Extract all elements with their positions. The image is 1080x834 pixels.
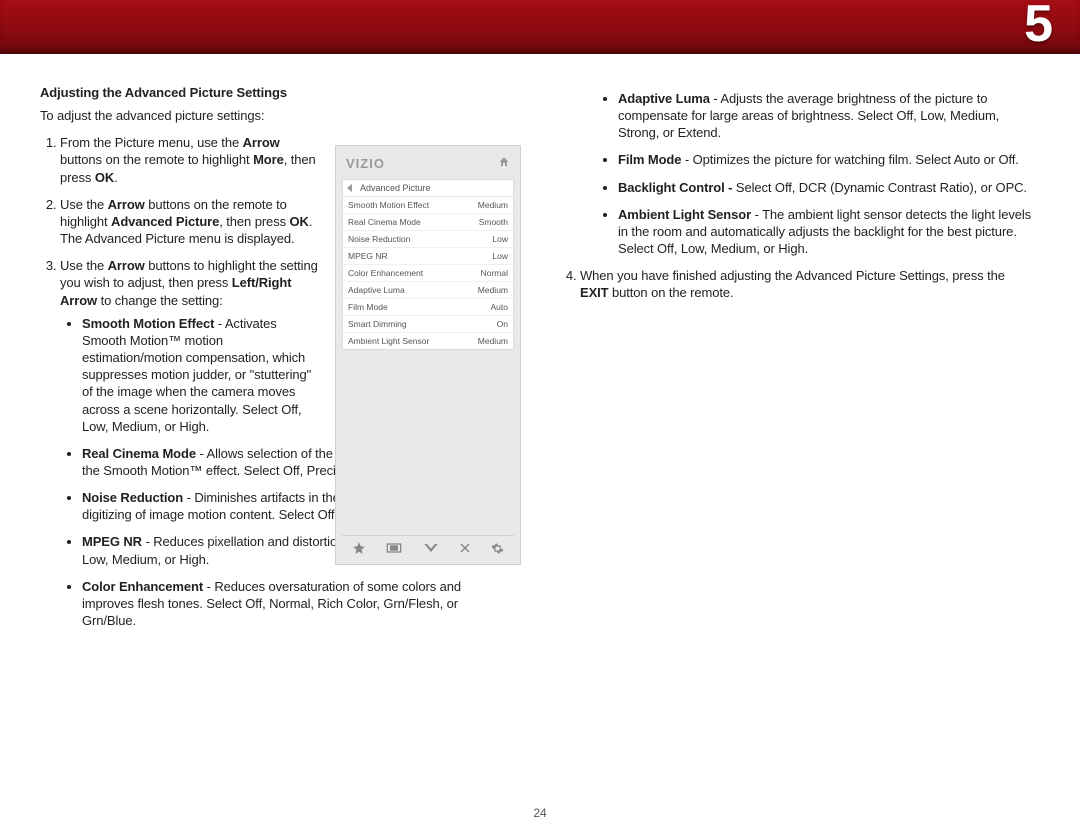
osd-row-label: Real Cinema Mode bbox=[348, 217, 421, 227]
osd-row-value: Medium bbox=[478, 336, 508, 346]
text-run: Use the bbox=[60, 197, 108, 212]
settings-bullets-right: Adaptive Luma - Adjusts the average brig… bbox=[560, 90, 1040, 257]
osd-row-value: Auto bbox=[491, 302, 509, 312]
osd-spacer bbox=[342, 350, 514, 535]
text-run: Real Cinema Mode bbox=[82, 446, 196, 461]
osd-row: Film Mode Auto bbox=[343, 299, 513, 316]
text-run: button on the remote. bbox=[609, 285, 734, 300]
osd-row-label: Adaptive Luma bbox=[348, 285, 405, 295]
text-run: More bbox=[253, 152, 284, 167]
osd-title-row: Advanced Picture bbox=[343, 180, 513, 197]
osd-row-value: Medium bbox=[478, 200, 508, 210]
osd-row-value: On bbox=[497, 319, 508, 329]
gear-icon bbox=[491, 542, 504, 555]
text-run: . bbox=[114, 170, 118, 185]
osd-row-value: Normal bbox=[481, 268, 508, 278]
text-run: to change the setting: bbox=[97, 293, 223, 308]
bullet-color-enhancement: Color Enhancement - Reduces oversaturati… bbox=[82, 578, 510, 629]
osd-row: Ambient Light Sensor Medium bbox=[343, 333, 513, 349]
x-icon bbox=[459, 542, 471, 554]
section-heading: Adjusting the Advanced Picture Settings bbox=[40, 84, 520, 101]
osd-row: Adaptive Luma Medium bbox=[343, 282, 513, 299]
text-run: Advanced Picture bbox=[111, 214, 219, 229]
osd-row: Noise Reduction Low bbox=[343, 231, 513, 248]
bullet-film-mode: Film Mode - Optimizes the picture for wa… bbox=[618, 151, 1040, 168]
wide-icon bbox=[386, 542, 402, 554]
intro-text: To adjust the advanced picture settings: bbox=[40, 107, 520, 124]
bullet-smooth-motion: Smooth Motion Effect - Activates Smooth … bbox=[82, 315, 312, 435]
back-triangle-icon bbox=[347, 184, 352, 192]
text-run: Use the bbox=[60, 258, 108, 273]
osd-footer bbox=[342, 535, 514, 558]
osd-row-label: Ambient Light Sensor bbox=[348, 336, 429, 346]
osd-row-value: Smooth bbox=[479, 217, 508, 227]
text-run: Noise Reduction bbox=[82, 490, 183, 505]
text-run: Film Mode bbox=[618, 152, 681, 167]
step-2: Use the Arrow buttons on the remote to h… bbox=[60, 196, 320, 247]
page-number: 24 bbox=[0, 806, 1080, 820]
osd-row-value: Medium bbox=[478, 285, 508, 295]
text-run: Select Off, DCR (Dynamic Contrast Ratio)… bbox=[736, 180, 1027, 195]
osd-row: MPEG NR Low bbox=[343, 248, 513, 265]
text-run: Arrow bbox=[108, 258, 145, 273]
step-4: When you have finished adjusting the Adv… bbox=[580, 267, 1040, 301]
text-run: , then press bbox=[219, 214, 289, 229]
osd-row-value: Low bbox=[492, 234, 508, 244]
text-run: Backlight Control - bbox=[618, 180, 736, 195]
chapter-number: 5 bbox=[1024, 0, 1054, 54]
text-run: Color Enhancement bbox=[82, 579, 203, 594]
text-run: Arrow bbox=[108, 197, 145, 212]
text-run: When you have finished adjusting the Adv… bbox=[580, 268, 1005, 283]
bullet-adaptive-luma: Adaptive Luma - Adjusts the average brig… bbox=[618, 90, 1040, 141]
osd-panel: Advanced Picture Smooth Motion Effect Med… bbox=[342, 179, 514, 350]
osd-row-label: Smooth Motion Effect bbox=[348, 200, 429, 210]
osd-row-value: Low bbox=[492, 251, 508, 261]
text-run: buttons on the remote to highlight bbox=[60, 152, 253, 167]
text-run: Arrow bbox=[243, 135, 280, 150]
text-run: Smooth Motion Effect bbox=[82, 316, 214, 331]
osd-header: VIZIO bbox=[342, 152, 514, 179]
text-run: Adaptive Luma bbox=[618, 91, 710, 106]
osd-brand: VIZIO bbox=[346, 156, 385, 171]
text-run: MPEG NR bbox=[82, 534, 142, 549]
osd-row-label: Film Mode bbox=[348, 302, 388, 312]
home-icon bbox=[498, 156, 510, 171]
text-run: EXIT bbox=[580, 285, 609, 300]
v-icon bbox=[423, 542, 439, 554]
osd-row: Real Cinema Mode Smooth bbox=[343, 214, 513, 231]
text-run: - Optimizes the picture for watching fil… bbox=[681, 152, 1018, 167]
procedure-steps-continued: When you have finished adjusting the Adv… bbox=[560, 267, 1040, 301]
osd-row: Color Enhancement Normal bbox=[343, 265, 513, 282]
text-run: Ambient Light Sensor bbox=[618, 207, 751, 222]
bullet-ambient-light: Ambient Light Sensor - The ambient light… bbox=[618, 206, 1040, 257]
osd-menu-mock: VIZIO Advanced Picture Smooth Motion Eff… bbox=[335, 145, 521, 565]
osd-title: Advanced Picture bbox=[360, 183, 431, 193]
star-icon bbox=[352, 541, 366, 555]
text-run: - Activates Smooth Motion™ motion estima… bbox=[82, 316, 311, 434]
osd-row-label: Color Enhancement bbox=[348, 268, 423, 278]
osd-row: Smart Dimming On bbox=[343, 316, 513, 333]
chapter-header-bar: 5 bbox=[0, 0, 1080, 54]
bullet-backlight-control: Backlight Control - Select Off, DCR (Dyn… bbox=[618, 179, 1040, 196]
osd-row-label: MPEG NR bbox=[348, 251, 388, 261]
right-column: Adaptive Luma - Adjusts the average brig… bbox=[560, 84, 1040, 639]
osd-row: Smooth Motion Effect Medium bbox=[343, 197, 513, 214]
step-1: From the Picture menu, use the Arrow but… bbox=[60, 134, 320, 185]
osd-row-label: Noise Reduction bbox=[348, 234, 410, 244]
osd-rows: Smooth Motion Effect Medium Real Cinema Mo… bbox=[343, 197, 513, 349]
osd-row-label: Smart Dimming bbox=[348, 319, 407, 329]
text-run: OK bbox=[290, 214, 309, 229]
text-run: From the Picture menu, use the bbox=[60, 135, 243, 150]
page-body: Adjusting the Advanced Picture Settings … bbox=[0, 54, 1080, 649]
text-run: OK bbox=[95, 170, 114, 185]
